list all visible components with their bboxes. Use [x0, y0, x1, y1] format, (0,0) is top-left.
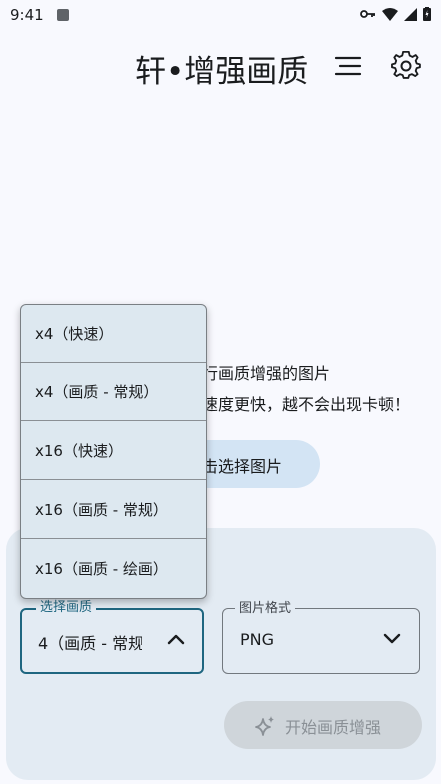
dropdown-option-label: x16（快速）	[35, 442, 123, 460]
format-select-value: PNG	[240, 630, 275, 649]
start-enhance-button[interactable]: 开始画质增强	[224, 701, 422, 749]
settings-button[interactable]	[388, 50, 424, 86]
quality-select-value: 4（画质 - 常规）	[38, 634, 142, 653]
status-time: 9:41	[10, 6, 44, 24]
format-select-label: 图片格式	[235, 597, 296, 616]
hint-text-line-1: 行画质增强的图片	[202, 364, 331, 383]
dropdown-option-label: x16（画质 - 常规）	[35, 501, 168, 519]
menu-icon	[334, 55, 362, 81]
battery-icon	[423, 7, 431, 21]
dropdown-option-label: x4（快速）	[35, 325, 114, 343]
signal-icon	[404, 7, 417, 21]
app-notification-icon	[57, 9, 69, 21]
dropdown-option-label: x4（画质 - 常规）	[35, 383, 159, 401]
status-bar: 9:41	[0, 0, 441, 32]
dropdown-option[interactable]: x16（快速）	[21, 422, 206, 480]
pick-image-label: 击选择图片	[202, 457, 283, 476]
sparkle-icon	[254, 715, 276, 741]
quality-dropdown-menu: x4（快速） x4（画质 - 常规） x16（快速） x16（画质 - 常规） …	[20, 304, 207, 599]
hint-text-line-2: 速度更快，越不会出现卡顿！	[202, 395, 411, 414]
app-title: 轩•增强画质	[135, 54, 309, 90]
dropdown-option[interactable]: x16（画质 - 常规）	[21, 481, 206, 539]
dropdown-option[interactable]: x16（画质 - 绘画）	[21, 540, 206, 598]
menu-button[interactable]	[330, 50, 366, 86]
vpn-key-icon	[360, 9, 376, 19]
status-icons	[360, 7, 431, 21]
start-enhance-label: 开始画质增强	[285, 718, 382, 737]
dropdown-option[interactable]: x4（快速）	[21, 305, 206, 363]
dropdown-option[interactable]: x4（画质 - 常规）	[21, 363, 206, 421]
chevron-down-icon[interactable]	[382, 631, 402, 650]
chevron-up-icon[interactable]	[166, 631, 186, 650]
gear-icon	[391, 50, 421, 85]
dropdown-option-label: x16（画质 - 绘画）	[35, 560, 168, 578]
wifi-icon	[382, 7, 398, 21]
